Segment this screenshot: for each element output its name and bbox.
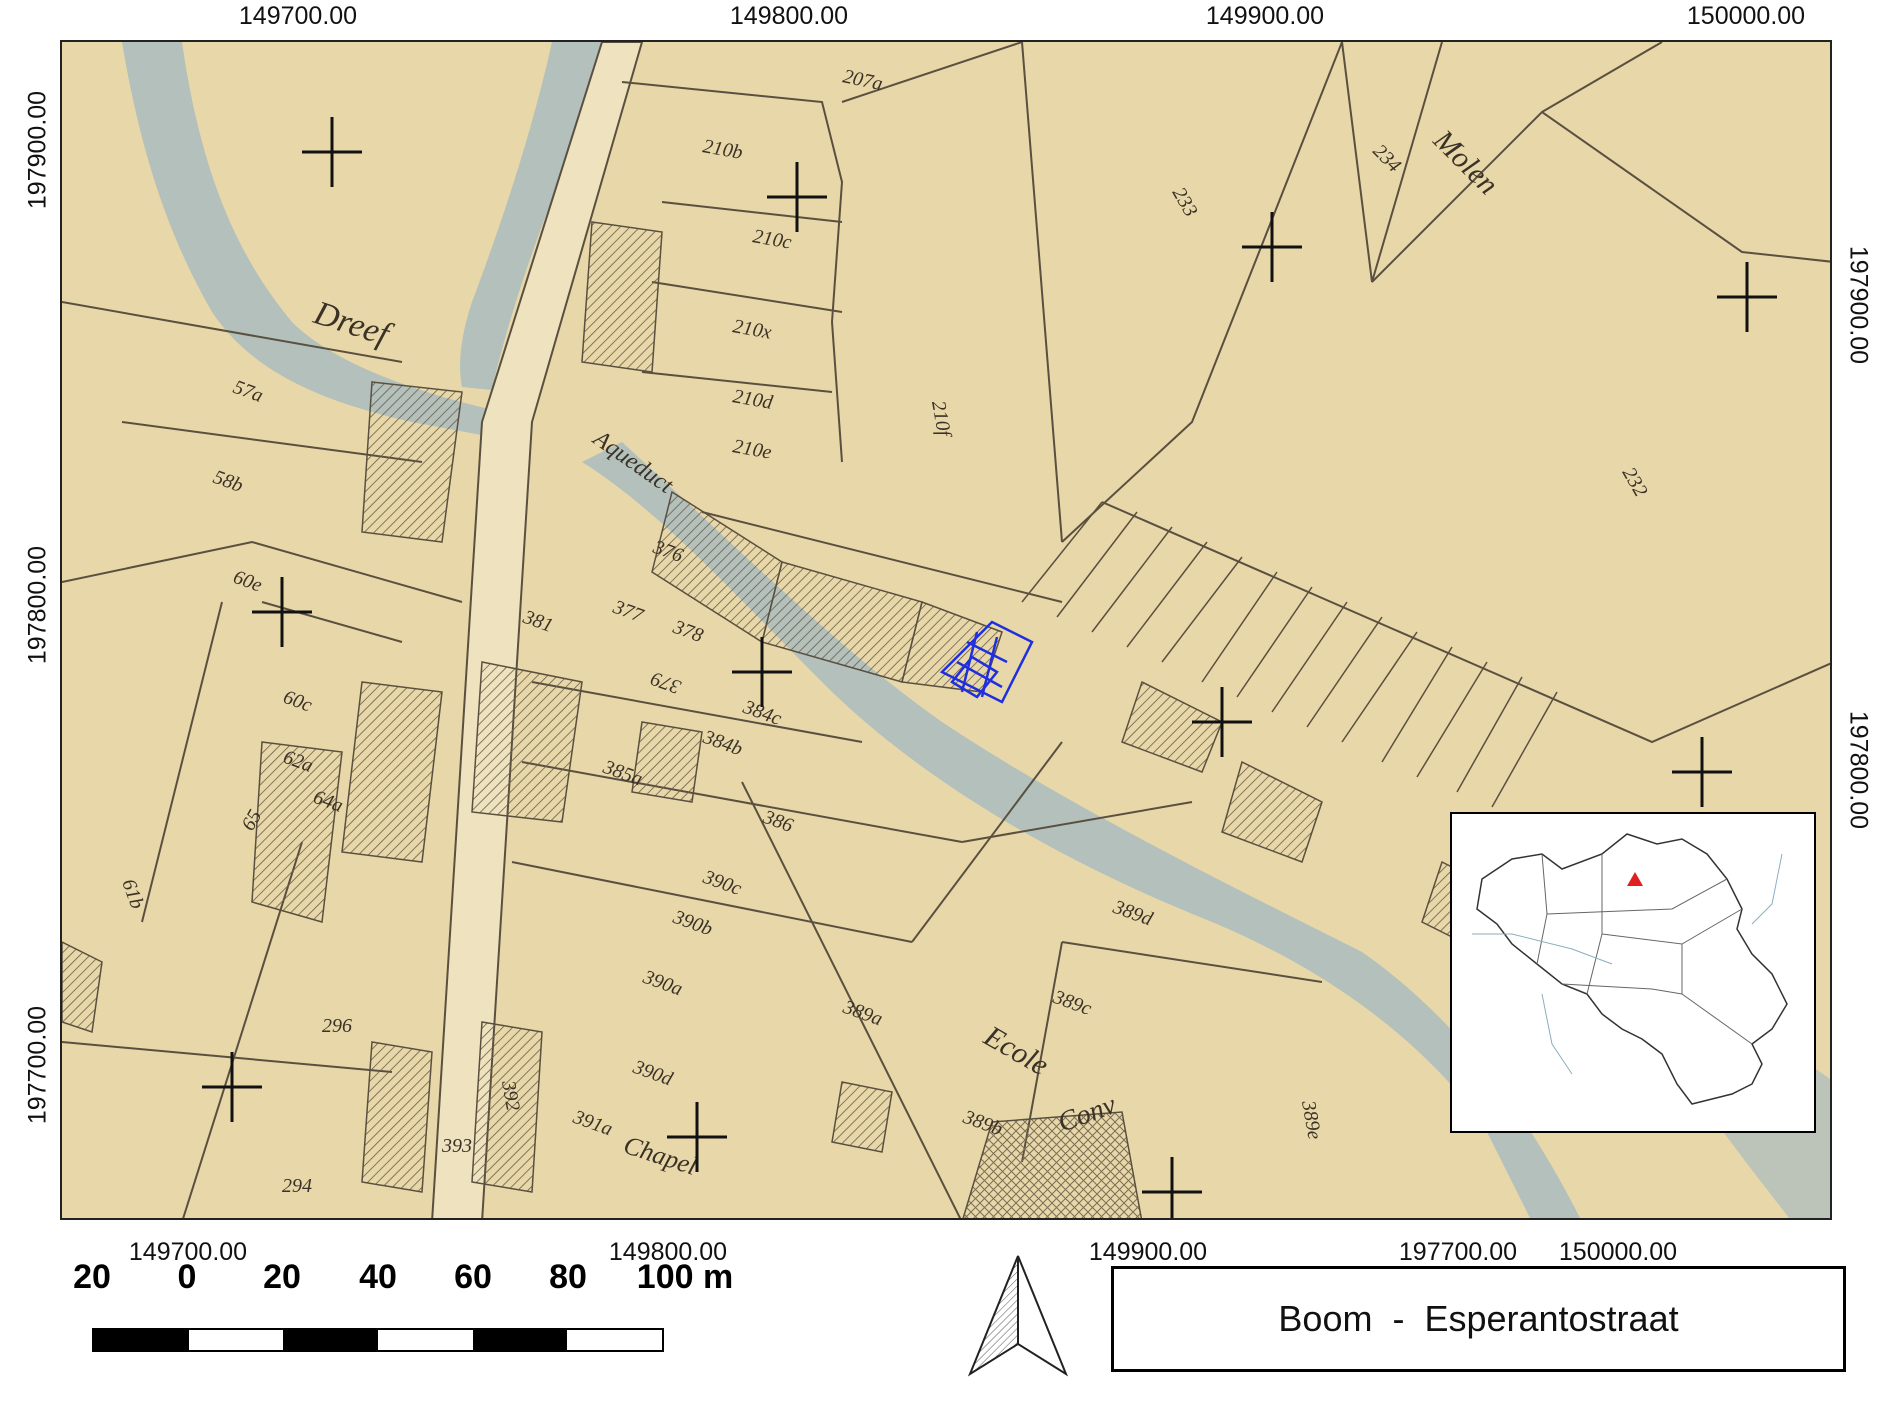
scale-segment	[94, 1330, 189, 1350]
x-coord-top-4: 150000.00	[1686, 2, 1806, 30]
scale-segment	[283, 1330, 379, 1350]
inset-locator-map	[1450, 812, 1816, 1133]
belgium-outline	[1472, 833, 1788, 1105]
x-coord-bottom-3: 149900.00	[1088, 1238, 1208, 1266]
scale-segment	[188, 1330, 284, 1350]
svg-text:296: 296	[322, 1015, 352, 1037]
scale-label-3: 40	[359, 1258, 397, 1296]
scale-segment	[378, 1330, 473, 1350]
scale-segment	[472, 1330, 568, 1350]
scale-label-6: 100 m	[636, 1258, 734, 1296]
svg-text:294: 294	[282, 1175, 312, 1197]
map-title: Boom - Esperantostraat	[1278, 1298, 1679, 1339]
scale-label-4: 60	[454, 1258, 492, 1296]
y-coord-left-1: 197900.00	[23, 90, 52, 210]
y-coord-left-3: 197700.00	[23, 1005, 52, 1125]
y-coord-left-2: 197800.00	[23, 545, 52, 665]
y-coord-right-1: 197900.00	[1844, 245, 1873, 365]
svg-text:393: 393	[441, 1135, 472, 1157]
x-coord-top-2: 149800.00	[729, 2, 849, 30]
map-title-box: Boom - Esperantostraat	[1111, 1266, 1846, 1372]
site-marker-icon	[1627, 872, 1643, 886]
x-coord-bottom-4: 197700.00	[1398, 1238, 1518, 1266]
x-coord-top-3: 149900.00	[1205, 2, 1325, 30]
x-coord-bottom-5: 150000.00	[1558, 1238, 1678, 1266]
scale-label-5: 80	[549, 1258, 587, 1296]
x-coord-top-1: 149700.00	[238, 2, 358, 30]
scale-label-1: 0	[177, 1258, 197, 1296]
y-coord-right-2: 197800.00	[1844, 710, 1873, 830]
scale-label-0: 20	[73, 1258, 111, 1296]
scale-bar	[92, 1328, 664, 1352]
scale-label-2: 20	[263, 1258, 301, 1296]
scale-segment	[567, 1330, 663, 1350]
north-arrow-icon	[967, 1255, 1069, 1377]
